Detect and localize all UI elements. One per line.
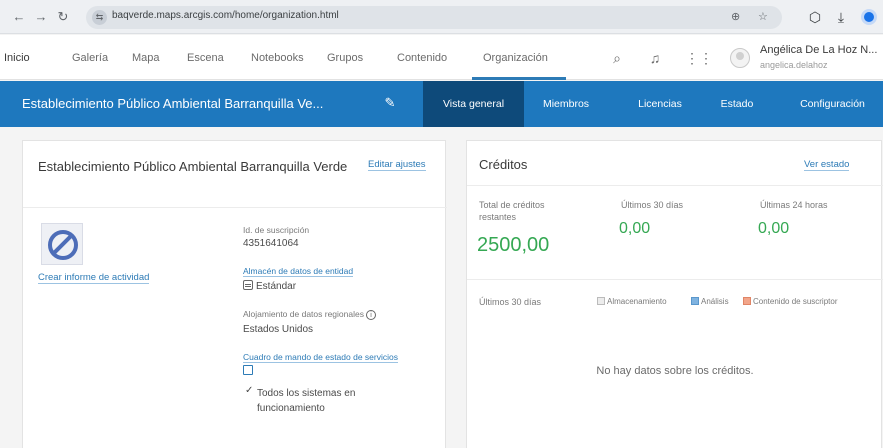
nav-item-contenido[interactable]: Contenido — [397, 52, 447, 64]
forward-arrow-icon[interactable]: → — [32, 8, 50, 26]
regional-hosting-text: Alojamiento de datos regionales — [243, 309, 364, 319]
browser-profile-icon[interactable] — [861, 9, 877, 25]
legend-swatch — [743, 297, 751, 305]
service-health-status: Todos los sistemas en funcionamiento — [257, 388, 356, 414]
address-bar[interactable]: ⇆ baqverde.maps.arcgis.com/home/organiza… — [86, 6, 782, 29]
nav-item-escena[interactable]: Escena — [187, 52, 224, 64]
reload-icon[interactable]: ↻ — [54, 8, 72, 26]
legend-subscriber-content[interactable]: Contenido de suscriptor — [743, 297, 838, 306]
organization-header: Establecimiento Público Ambiental Barran… — [0, 81, 883, 127]
divider — [23, 207, 447, 208]
database-icon — [243, 280, 253, 290]
translate-icon[interactable]: ⊕ — [731, 10, 740, 23]
legend-storage-label: Almacenamiento — [607, 297, 667, 306]
nav-item-inicio[interactable]: Inicio — [4, 52, 30, 64]
nav-item-galeria[interactable]: Galería — [72, 52, 108, 64]
nav-item-grupos[interactable]: Grupos — [327, 52, 363, 64]
nav-item-notebooks[interactable]: Notebooks — [251, 52, 304, 64]
service-health-link[interactable]: Cuadro de mando de estado de servicios — [243, 352, 398, 363]
checkmark-icon: ✓ — [245, 385, 254, 396]
extensions-icon[interactable]: ⬡ — [805, 7, 825, 27]
legend-storage[interactable]: Almacenamiento — [597, 297, 667, 306]
subscription-id-label: Id. de suscripción — [243, 225, 310, 235]
period-label: Últimos 30 días — [479, 297, 542, 307]
last24-value: 0,00 — [758, 220, 790, 237]
edit-settings-link[interactable]: Editar ajustes — [368, 159, 426, 171]
credits-title: Créditos — [479, 157, 528, 172]
search-icon[interactable]: ⌕ — [608, 49, 626, 67]
user-login: angelica.delahoz — [760, 60, 828, 70]
remaining-credits-value: 2500,00 — [477, 234, 550, 256]
tab-configuracion[interactable]: Configuración — [782, 81, 883, 127]
regional-hosting-value: Estados Unidos — [243, 324, 314, 335]
edit-pencil-icon[interactable]: ✎ — [381, 94, 399, 112]
tab-estado[interactable]: Estado — [702, 81, 772, 127]
tab-licencias[interactable]: Licencias — [618, 81, 702, 127]
user-avatar[interactable] — [730, 48, 750, 68]
divider — [467, 185, 883, 186]
feature-storage-value: Estándar — [243, 280, 296, 292]
notifications-bell-icon[interactable]: ♫ — [646, 49, 664, 67]
activity-report-icon — [41, 223, 83, 265]
tab-miembros[interactable]: Miembros — [524, 81, 608, 127]
url-text[interactable]: baqverde.maps.arcgis.com/home/organizati… — [112, 10, 339, 21]
remaining-credits-label: Total de créditos restantes — [479, 200, 545, 222]
info-icon[interactable]: i — [365, 310, 376, 320]
nav-item-mapa[interactable]: Mapa — [132, 52, 160, 64]
last30-value: 0,00 — [619, 220, 651, 237]
feature-storage-text: Estándar — [256, 281, 297, 292]
legend-analysis-label: Análisis — [701, 297, 729, 306]
last24-label: Últimas 24 horas — [760, 200, 828, 210]
back-arrow-icon[interactable]: ← — [10, 8, 28, 26]
app-launcher-icon[interactable]: ⋮⋮ — [685, 49, 713, 67]
download-icon[interactable]: ⤓ — [831, 7, 851, 27]
active-nav-indicator — [472, 77, 566, 80]
legend-subscriber-label: Contenido de suscriptor — [753, 297, 838, 306]
feature-storage-link[interactable]: Almacén de datos de entidad — [243, 266, 354, 277]
bookmark-star-icon[interactable]: ☆ — [758, 10, 768, 23]
organization-title: Establecimiento Público Ambiental Barran… — [22, 96, 324, 111]
no-credits-message: No hay datos sobre los créditos. — [596, 365, 754, 377]
site-info-icon[interactable]: ⇆ — [92, 10, 107, 25]
overview-title: Establecimiento Público Ambiental Barran… — [38, 159, 348, 174]
top-navigation: Inicio Galería Mapa Escena Notebooks Gru… — [0, 35, 883, 80]
subscription-id-value: 4351641064 — [243, 238, 299, 249]
credits-card: Créditos Ver estado Total de créditos re… — [466, 140, 883, 448]
tab-vista-general[interactable]: Vista general — [423, 81, 524, 127]
legend-swatch — [597, 297, 605, 305]
divider — [467, 279, 883, 280]
regional-hosting-label: Alojamiento de datos regionales i — [243, 309, 376, 320]
activity-report-link[interactable]: Crear informe de actividad — [38, 272, 150, 284]
browser-toolbar: ← → ↻ ⇆ baqverde.maps.arcgis.com/home/or… — [0, 0, 883, 34]
last30-label: Últimos 30 días — [621, 200, 684, 210]
legend-swatch — [691, 297, 699, 305]
external-link-icon[interactable] — [243, 365, 253, 375]
organization-overview-card: Establecimiento Público Ambiental Barran… — [22, 140, 447, 448]
nav-item-organizacion[interactable]: Organización — [483, 52, 548, 64]
view-status-link[interactable]: Ver estado — [804, 159, 850, 171]
legend-analysis[interactable]: Análisis — [691, 297, 729, 306]
user-name[interactable]: Angélica De La Hoz N... — [760, 44, 877, 56]
